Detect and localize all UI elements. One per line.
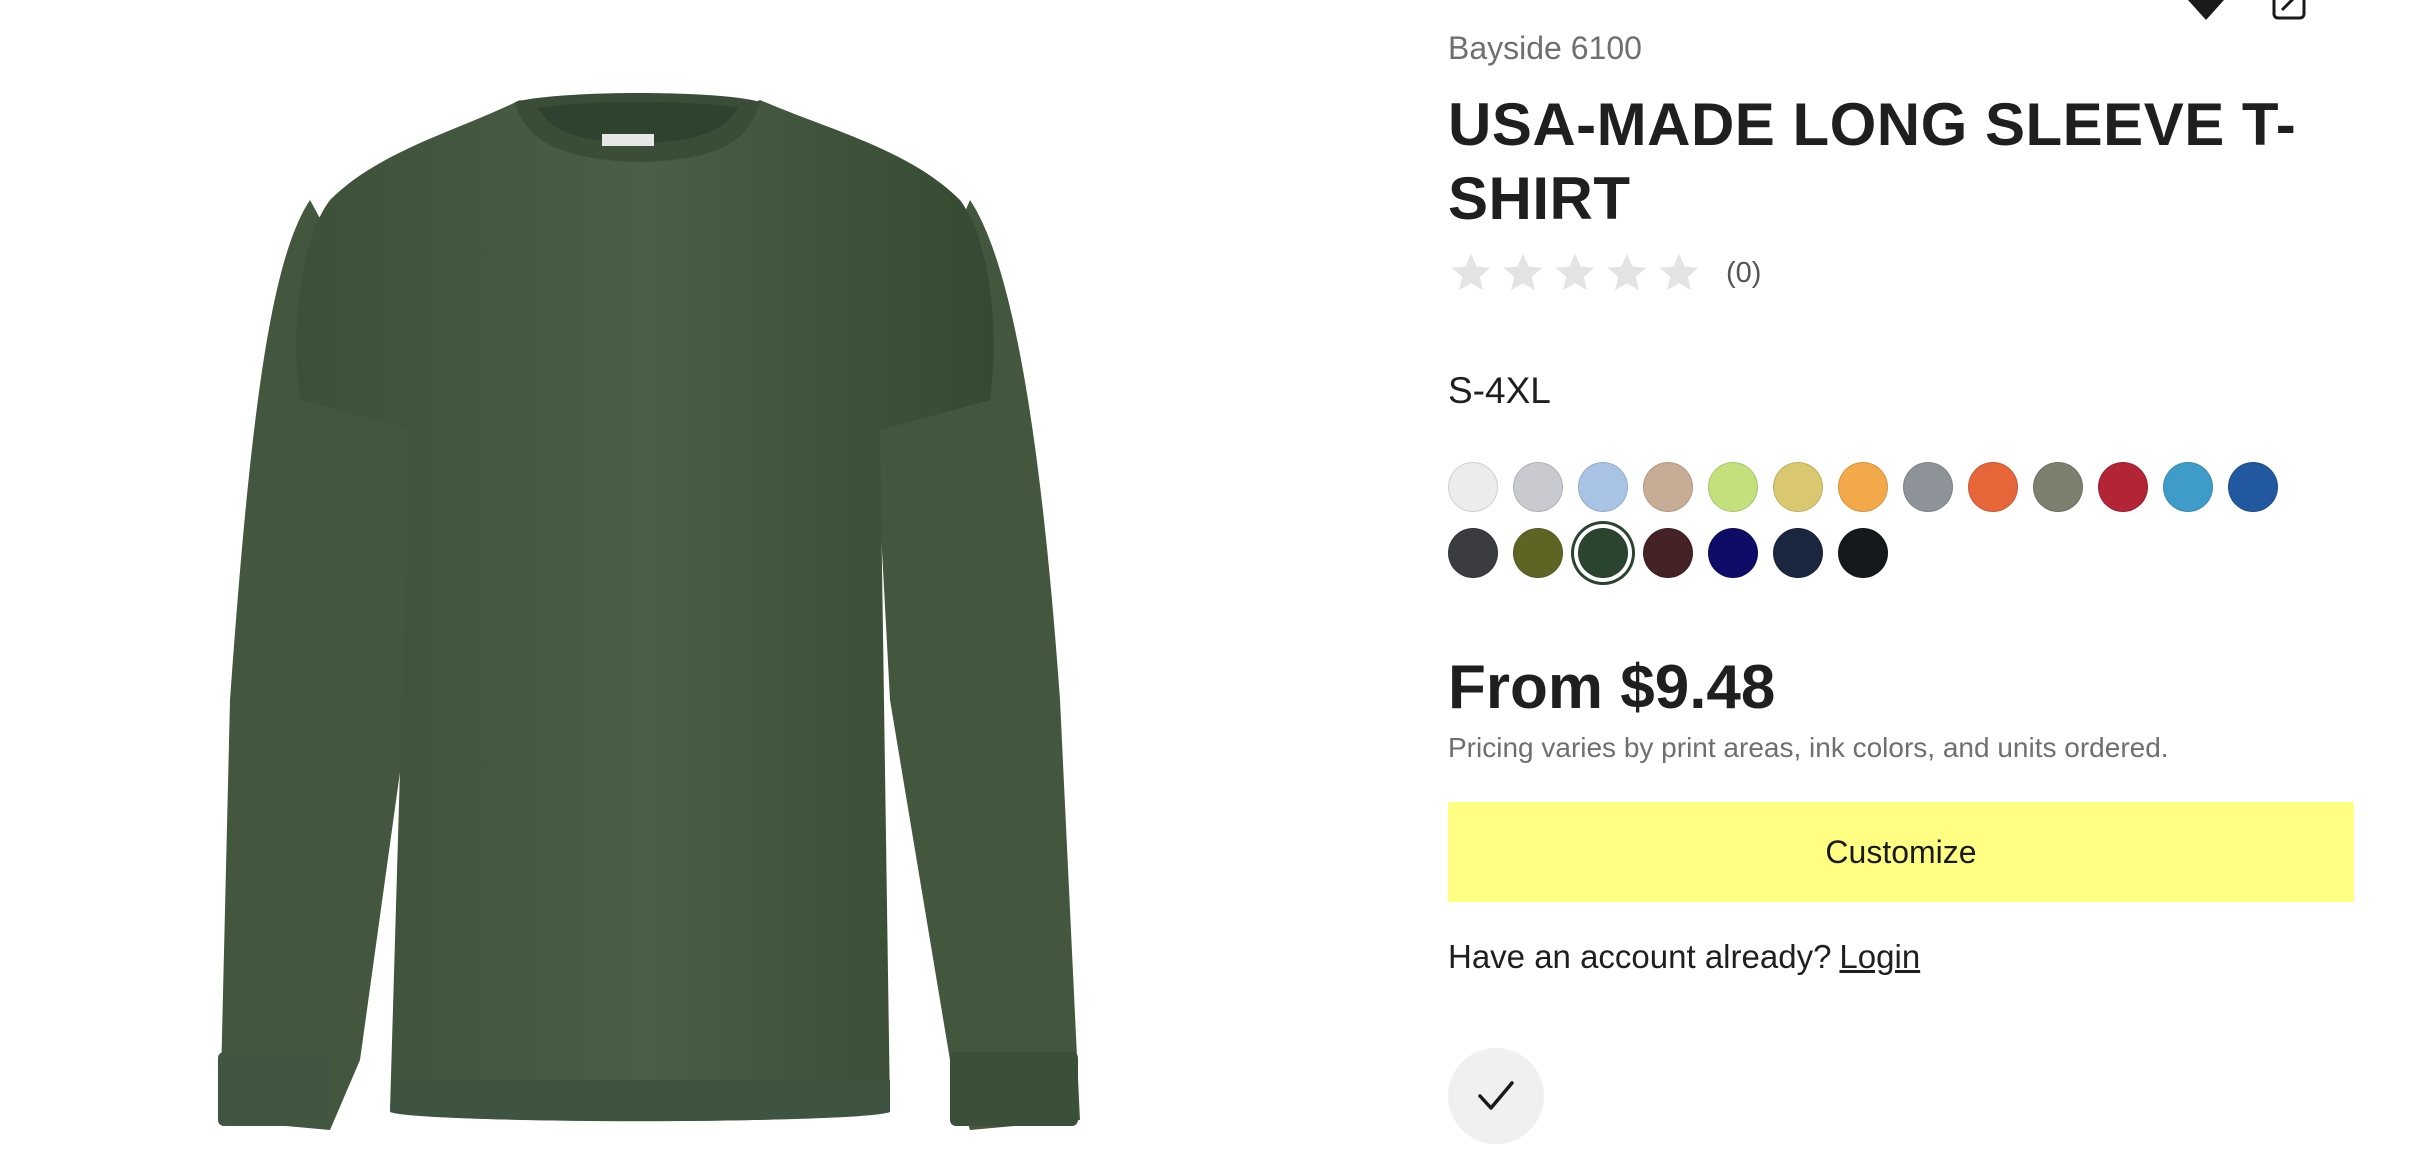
heart-icon[interactable] [2184, 0, 2228, 22]
color-swatch[interactable] [1448, 462, 1498, 512]
color-swatch[interactable] [1838, 528, 1888, 578]
color-swatch[interactable] [1773, 528, 1823, 578]
color-swatch[interactable] [1448, 528, 1498, 578]
product-price: From $9.48 [1448, 653, 1776, 722]
color-swatch[interactable] [2098, 462, 2148, 512]
color-swatch-selected[interactable] [1578, 528, 1628, 578]
customize-button[interactable]: Customize [1448, 802, 2354, 902]
long-sleeve-shirt-illustration [218, 93, 1080, 1130]
size-range: S-4XL [1448, 370, 1551, 411]
color-swatch[interactable] [1968, 462, 2018, 512]
star-icon [1555, 253, 1595, 291]
product-page: Bayside 6100 USA-MADE LONG SLEEVE T-SHIR… [0, 0, 2414, 1158]
star-icon [1451, 253, 1491, 291]
color-swatch[interactable] [1838, 462, 1888, 512]
pricing-note: Pricing varies by print areas, ink color… [1448, 732, 2169, 763]
color-swatch[interactable] [1903, 462, 1953, 512]
color-swatch[interactable] [1708, 528, 1758, 578]
color-swatch[interactable] [1513, 462, 1563, 512]
rating-count: (0) [1726, 256, 1762, 289]
login-link[interactable]: Login [1839, 938, 1920, 975]
check-icon [1478, 1081, 1514, 1110]
color-swatch[interactable] [1773, 462, 1823, 512]
product-brand: Bayside 6100 [1448, 30, 1642, 66]
color-swatch[interactable] [1643, 462, 1693, 512]
star-icon [1607, 253, 1647, 291]
check-button[interactable] [1448, 1048, 1544, 1144]
color-swatch[interactable] [2228, 462, 2278, 512]
color-swatch[interactable] [1578, 462, 1628, 512]
top-action-icons [2184, 0, 2312, 22]
color-swatch[interactable] [1513, 528, 1563, 578]
product-title: USA-MADE LONG SLEEVE T-SHIRT [1448, 91, 2297, 232]
product-image [160, 0, 1160, 1158]
account-prompt: Have an account already? Login [1448, 938, 1920, 976]
account-prompt-text: Have an account already? [1448, 938, 1832, 975]
star-icon [1503, 253, 1543, 291]
color-swatch[interactable] [1643, 528, 1693, 578]
star-icon [1659, 253, 1699, 291]
color-swatch[interactable] [2163, 462, 2213, 512]
edit-icon[interactable] [2268, 0, 2312, 22]
product-rating[interactable]: (0) [1448, 250, 1761, 296]
color-swatches [1448, 462, 2328, 578]
color-swatch[interactable] [1708, 462, 1758, 512]
color-swatch[interactable] [2033, 462, 2083, 512]
